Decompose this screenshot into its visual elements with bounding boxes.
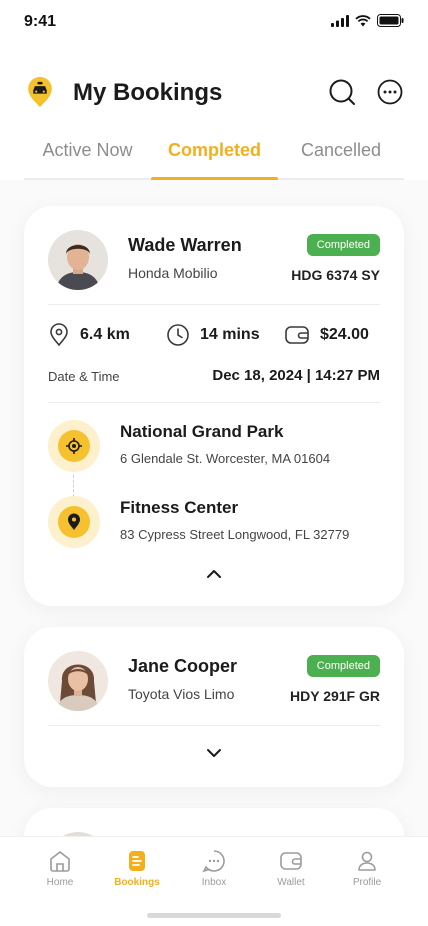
pickup-marker [48,420,100,472]
driver-avatar [48,651,108,711]
nav-profile[interactable]: Profile [329,849,405,888]
header: My Bookings [0,70,428,118]
distance-value: 6.4 km [80,326,130,343]
booking-card[interactable]: Jane Cooper Toyota Vios Limo Completed H… [24,627,404,787]
page-title: My Bookings [73,79,223,106]
search-icon[interactable] [328,78,356,106]
license-plate: HDY 291F GR [290,688,380,704]
tab-completed[interactable]: Completed [151,140,278,161]
datetime-value: Dec 18, 2024 | 14:27 PM [212,367,380,384]
nav-label: Profile [352,877,382,888]
more-options-icon[interactable] [376,78,404,106]
bottom-navigation: Home Bookings Inbox Wallet Profile [0,836,428,926]
location-pin-icon [50,323,68,347]
status-icons [331,14,404,27]
driver-name: Jane Cooper [128,656,238,676]
tab-cancelled[interactable]: Cancelled [278,140,404,161]
driver-name: Wade Warren [128,235,242,255]
booking-card[interactable] [24,808,404,836]
booking-tabs: Active Now Completed Cancelled [24,132,404,181]
driver-avatar [48,230,108,290]
nav-label: Wallet [277,877,305,888]
nav-bookings[interactable]: Bookings [99,849,175,888]
chevron-up-icon[interactable] [202,562,226,586]
pickup-name: National Grand Park [120,422,284,441]
bookings-icon [129,851,145,871]
map-pin-icon [68,513,80,530]
divider [48,402,380,403]
dropoff-marker [48,496,100,548]
nav-label: Inbox [201,877,227,888]
status-bar: 9:41 [0,0,428,44]
taxi-logo-icon [28,76,52,108]
inbox-icon [202,850,225,873]
trip-duration: 14 mins [166,322,260,348]
crosshair-icon [66,438,82,454]
wallet-icon [280,852,302,870]
trip-price: $24.00 [284,322,369,348]
tab-active-now[interactable]: Active Now [24,140,151,161]
nav-label: Home [46,877,74,888]
home-indicator [147,913,281,918]
nav-inbox[interactable]: Inbox [176,849,252,888]
car-model: Honda Mobilio [128,265,218,281]
clock-icon [167,324,189,346]
divider [48,304,380,305]
profile-icon [358,851,376,871]
home-icon [50,851,70,872]
license-plate: HDG 6374 SY [291,267,380,283]
booking-card[interactable]: Wade Warren Honda Mobilio Completed HDG … [24,206,404,606]
nav-label: Bookings [114,877,160,888]
datetime-label: Date & Time [48,369,120,384]
status-time: 9:41 [24,13,57,30]
price-value: $24.00 [320,326,369,343]
divider [48,725,380,726]
battery-icon [377,14,404,27]
car-model: Toyota Vios Limo [128,686,235,702]
status-badge: Completed [306,234,380,256]
chevron-down-icon[interactable] [202,741,226,765]
duration-value: 14 mins [200,326,260,343]
status-badge: Completed [306,655,380,677]
trip-distance: 6.4 km [48,322,130,348]
route-connector [73,475,74,497]
dropoff-address: 83 Cypress Street Longwood, FL 32779 [120,527,350,542]
nav-wallet[interactable]: Wallet [253,849,329,888]
pickup-address: 6 Glendale St. Worcester, MA 01604 [120,451,331,466]
wifi-icon [355,14,371,26]
signal-icon [331,14,349,27]
nav-home[interactable]: Home [22,849,98,888]
dropoff-name: Fitness Center [120,498,239,517]
bookings-list[interactable]: Wade Warren Honda Mobilio Completed HDG … [0,180,428,836]
wallet-icon [285,326,309,344]
